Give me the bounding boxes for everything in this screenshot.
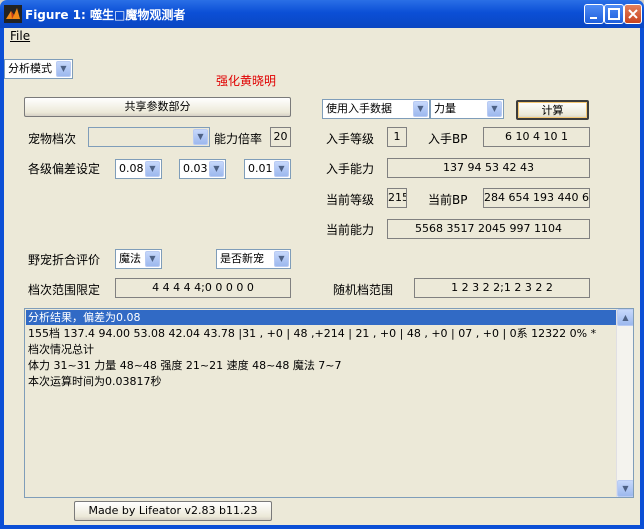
current-ability-label: 当前能力 xyxy=(326,223,375,237)
random-range-label: 随机档范围 xyxy=(333,283,394,297)
ability-ratio-label: 能力倍率 xyxy=(214,132,263,146)
chevron-down-icon: ▼ xyxy=(274,161,289,177)
chevron-down-icon: ▼ xyxy=(413,101,428,117)
wild-type-select[interactable]: 魔法 ▼ xyxy=(115,249,162,269)
attribute-value: 力量 xyxy=(434,102,456,115)
deviation-label: 各级偏差设定 xyxy=(28,162,101,176)
result-line[interactable]: 体力 31~31 力量 48~48 强度 21~21 速度 48~48 魔法 7… xyxy=(26,358,342,373)
minimize-icon xyxy=(590,17,597,19)
entry-bp-field[interactable]: 6 10 4 10 1 xyxy=(483,127,590,147)
data-source-value: 使用入手数据 xyxy=(326,102,392,115)
entry-level-label: 入手等级 xyxy=(326,132,375,146)
deviation-value-2: 0.03 xyxy=(183,162,208,175)
chevron-down-icon: ▼ xyxy=(145,161,160,177)
calculate-button[interactable]: 计算 xyxy=(516,100,589,120)
deviation-select-2[interactable]: 0.03 ▼ xyxy=(179,159,226,179)
maximize-button[interactable] xyxy=(604,4,624,24)
pet-grade-select[interactable]: ▼ xyxy=(88,127,210,147)
current-bp-label: 当前BP xyxy=(428,193,468,207)
window-title: Figure 1: 噬生□魔物观测者 xyxy=(25,8,186,22)
current-bp-field[interactable]: 284 654 193 440 63 xyxy=(483,188,590,208)
result-line[interactable]: 档次情况总计 xyxy=(26,342,94,357)
title-bar[interactable]: Figure 1: 噬生□魔物观测者 xyxy=(0,0,644,28)
close-button[interactable] xyxy=(624,4,642,24)
result-line[interactable]: 155档 137.4 94.00 53.08 42.04 43.78 |31 ,… xyxy=(26,326,596,341)
matlab-logo-icon xyxy=(4,5,22,23)
grade-range-field[interactable]: 4 4 4 4 4;0 0 0 0 0 xyxy=(115,278,291,298)
close-icon xyxy=(628,9,638,19)
data-source-select[interactable]: 使用入手数据 ▼ xyxy=(322,99,430,119)
about-button[interactable]: Made by Lifeator v2.83 b11.23 xyxy=(74,501,272,521)
chevron-down-icon: ▼ xyxy=(56,61,71,77)
current-ability-field[interactable]: 5568 3517 2045 997 1104 xyxy=(387,219,590,239)
new-pet-value: 是否新宠 xyxy=(220,252,264,265)
vertical-scrollbar[interactable]: ▲ ▼ xyxy=(616,309,633,497)
window-frame-bottom xyxy=(0,525,644,529)
ability-ratio-field[interactable]: 20 xyxy=(270,127,291,147)
grade-range-label: 档次范围限定 xyxy=(28,283,101,297)
mode-select[interactable]: 分析模式 ▼ xyxy=(4,59,73,79)
deviation-select-3[interactable]: 0.01 ▼ xyxy=(244,159,291,179)
entry-bp-label: 入手BP xyxy=(428,132,468,146)
scroll-down-button[interactable]: ▼ xyxy=(617,480,633,497)
menu-bar: File xyxy=(4,28,640,46)
scroll-up-button[interactable]: ▲ xyxy=(617,309,633,326)
chevron-down-icon: ▼ xyxy=(193,129,208,145)
results-listbox[interactable]: 分析结果，偏差为0.08 155档 137.4 94.00 53.08 42.0… xyxy=(24,308,634,498)
entry-ability-field[interactable]: 137 94 53 42 43 xyxy=(387,158,590,178)
maximize-icon xyxy=(608,8,620,20)
new-pet-select[interactable]: 是否新宠 ▼ xyxy=(216,249,291,269)
entry-level-field[interactable]: 1 xyxy=(387,127,407,147)
menu-file[interactable]: File xyxy=(10,29,30,43)
window-frame-right xyxy=(640,28,644,529)
chevron-down-icon: ▼ xyxy=(209,161,224,177)
deviation-value-1: 0.08 xyxy=(119,162,144,175)
random-range-field[interactable]: 1 2 3 2 2;1 2 3 2 2 xyxy=(414,278,590,298)
result-line-selected[interactable]: 分析结果，偏差为0.08 xyxy=(26,310,616,325)
attribute-select[interactable]: 力量 ▼ xyxy=(430,99,504,119)
chevron-down-icon: ▼ xyxy=(145,251,160,267)
share-params-button[interactable]: 共享参数部分 xyxy=(24,97,291,117)
entry-ability-label: 入手能力 xyxy=(326,162,375,176)
wild-type-value: 魔法 xyxy=(119,252,141,265)
pet-grade-label: 宠物档次 xyxy=(28,132,77,146)
minimize-button[interactable] xyxy=(584,4,604,24)
red-label: 强化黄晓明 xyxy=(216,74,277,88)
deviation-value-3: 0.01 xyxy=(248,162,273,175)
current-level-label: 当前等级 xyxy=(326,193,375,207)
result-line[interactable]: 本次运算时间为0.03817秒 xyxy=(26,374,162,389)
chevron-down-icon: ▼ xyxy=(274,251,289,267)
main-panel: 分析模式 ▼ 强化黄晓明 共享参数部分 使用入手数据 ▼ 力量 ▼ 计算 宠物档… xyxy=(4,46,640,525)
deviation-select-1[interactable]: 0.08 ▼ xyxy=(115,159,162,179)
wild-eval-label: 野宠折合评价 xyxy=(28,253,101,267)
chevron-down-icon: ▼ xyxy=(487,101,502,117)
current-level-field[interactable]: 215 xyxy=(387,188,407,208)
mode-select-value: 分析模式 xyxy=(8,62,52,75)
